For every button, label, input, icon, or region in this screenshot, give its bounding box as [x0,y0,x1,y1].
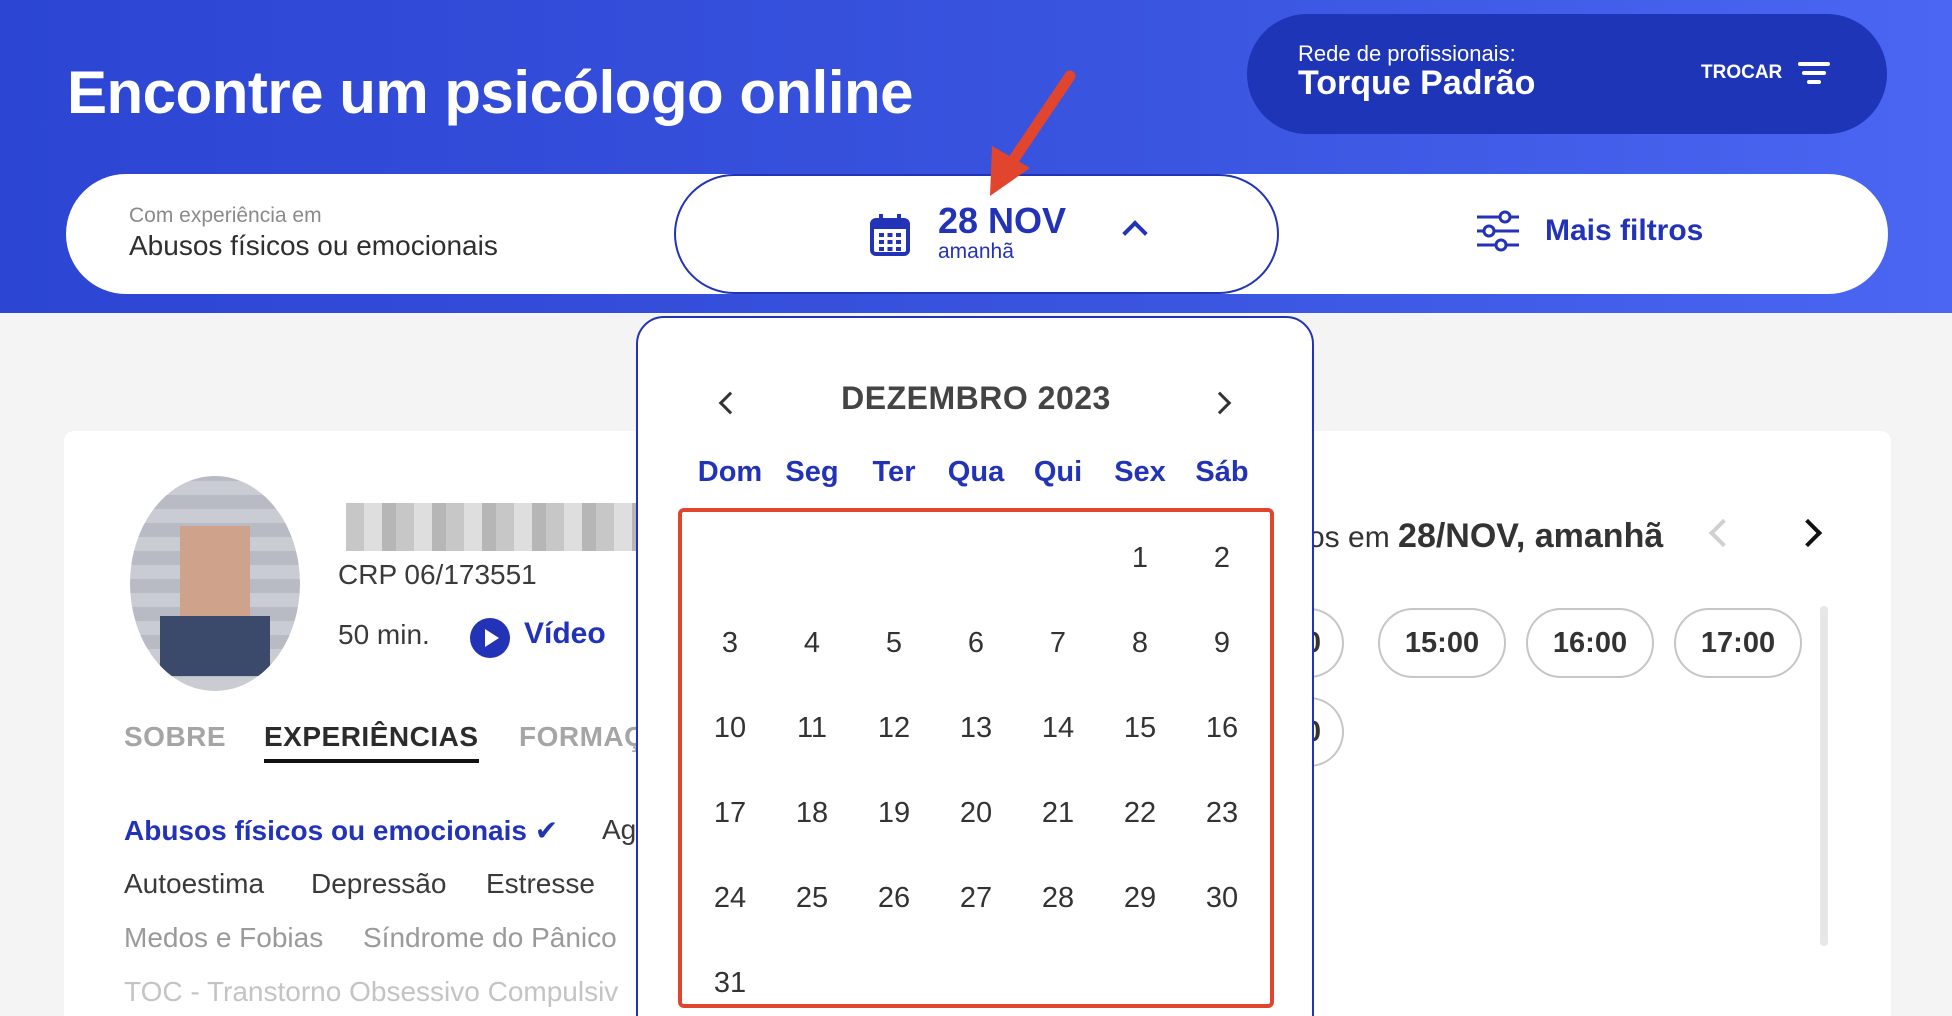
calendar-day[interactable]: 26 [854,882,934,915]
session-type: Vídeo [524,617,606,650]
experience-tag: TOC - Transtorno Obsessivo Compulsiv [124,976,619,1007]
experience-tag: Autoestima [124,868,265,899]
tab-experiences[interactable]: EXPERIÊNCIAS [264,721,479,763]
calendar-day[interactable]: 31 [690,967,770,1000]
weekday-header: Dom [697,456,763,488]
weekday-header: Seg [785,456,839,488]
selected-date: 28 NOV [938,200,1067,241]
calendar-day[interactable]: 20 [936,797,1016,830]
crp-number: CRP 06/173551 [338,559,537,590]
date-picker-button[interactable]: 28 NOV amanhã [674,174,1279,294]
blurred-name [346,503,646,551]
calendar-day[interactable]: 23 [1182,797,1262,830]
sliders-icon [1477,210,1519,252]
experience-tag: Estresse [486,868,595,899]
calendar-day[interactable]: 29 [1100,882,1180,915]
session-duration: 50 min. [338,619,430,650]
slots-title: os em 28/NOV, amanhã [1308,517,1663,556]
network-name: Torque Padrão [1298,64,1536,102]
selected-date-relative: amanhã [938,240,1014,263]
avatar [130,476,300,691]
weekday-header: Qui [1033,456,1083,488]
experience-tag: Depressão [311,868,447,899]
calendar-day[interactable]: 19 [854,797,934,830]
more-filters-button[interactable]: Mais filtros [1475,210,1703,252]
filter-lines-icon [1798,60,1831,86]
experience-tag: Síndrome do Pânico [363,922,617,953]
calendar-day[interactable]: 5 [854,627,934,660]
calendar-day[interactable]: 7 [1018,627,1098,660]
swap-label: TROCAR [1701,62,1783,83]
calendar-popup: DEZEMBRO 2023 Dom Seg Ter Qua Qui Sex Sáb 1 2 3 4 5… [636,316,1314,1016]
annotation-highlight-box [678,508,1274,1008]
slots-scrollbar[interactable] [1820,606,1828,946]
experience-label: Com experiência em [129,204,322,227]
calendar-day[interactable]: 30 [1182,882,1262,915]
calendar-day[interactable]: 15 [1100,712,1180,745]
calendar-day[interactable]: 18 [772,797,852,830]
weekday-header: Sex [1114,456,1166,488]
calendar-day[interactable]: 2 [1182,542,1262,575]
annotation-arrow-icon [990,70,1076,196]
calendar-day[interactable]: 10 [690,712,770,745]
play-icon [470,618,510,658]
calendar-day[interactable]: 27 [936,882,1016,915]
calendar-day[interactable]: 11 [772,712,852,745]
more-filters-label: Mais filtros [1545,214,1704,247]
search-bar: Com experiência em Abusos físicos ou emo… [66,174,1888,294]
calendar-day[interactable]: 3 [690,627,770,660]
time-slot[interactable]: 17:00 [1674,608,1802,678]
calendar-day[interactable]: 4 [772,627,852,660]
calendar-day[interactable]: 22 [1100,797,1180,830]
calendar-day[interactable]: 14 [1018,712,1098,745]
experience-tag: Medos e Fobias [124,922,324,953]
weekday-header: Qua [947,456,1005,488]
calendar-day[interactable]: 24 [690,882,770,915]
calendar-day[interactable]: 28 [1018,882,1098,915]
swap-network-button[interactable]: TROCAR [1701,60,1831,86]
calendar-day[interactable]: 8 [1100,627,1180,660]
time-slot[interactable]: 15:00 [1378,608,1506,678]
calendar-day[interactable]: 12 [854,712,934,745]
calendar-day[interactable]: 16 [1182,712,1262,745]
experience-value: Abusos físicos ou emocionais [129,230,498,261]
calendar-day[interactable]: 6 [936,627,1016,660]
calendar-day[interactable]: 21 [1018,797,1098,830]
weekday-header: Sáb [1195,456,1249,488]
experience-tag-highlight: Abusos físicos ou emocionais ✔ [124,815,559,846]
weekday-header: Ter [872,456,916,488]
page-title: Encontre um psicólogo online [67,59,914,126]
tab-education[interactable]: FORMAÇ [519,721,645,753]
tab-about[interactable]: SOBRE [124,721,226,753]
slots-date: 28/NOV, amanhã [1398,517,1664,555]
calendar-day[interactable]: 1 [1100,542,1180,575]
calendar-day[interactable]: 17 [690,797,770,830]
chevron-left-icon[interactable] [1708,518,1738,548]
chevron-right-icon[interactable] [1793,518,1823,548]
experience-tag: Ag [602,814,637,845]
professional-network-card: Rede de profissionais: Torque Padrão TRO… [1247,14,1887,134]
chevron-up-icon [1122,220,1148,246]
slots-title-prefix: os em [1308,521,1390,554]
calendar-icon [870,214,910,256]
calendar-day[interactable]: 13 [936,712,1016,745]
calendar-day[interactable]: 25 [772,882,852,915]
time-slot[interactable]: 16:00 [1526,608,1654,678]
page-header: Encontre um psicólogo online Rede de pro… [0,0,1952,313]
calendar-day[interactable]: 9 [1182,627,1262,660]
